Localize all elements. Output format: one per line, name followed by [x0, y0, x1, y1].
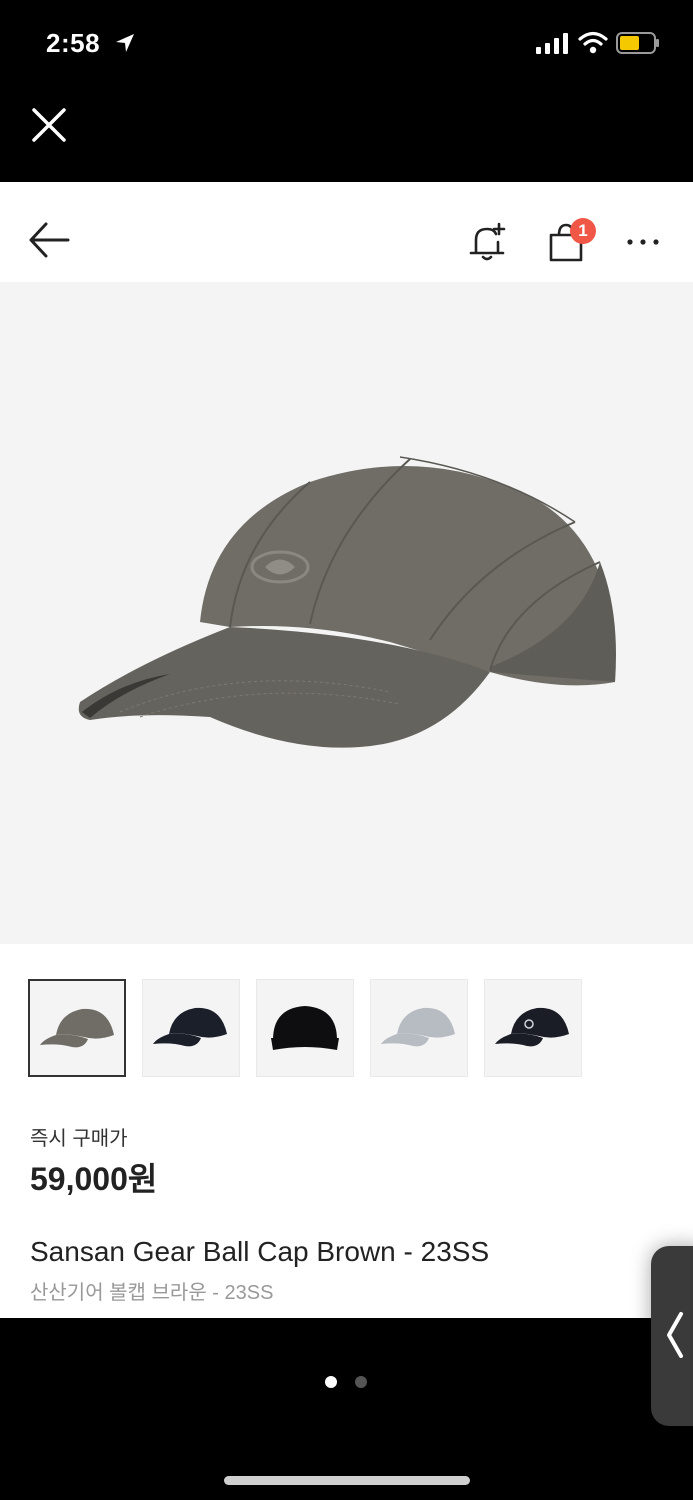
- cap-thumbnail-image: [271, 1006, 339, 1050]
- close-icon[interactable]: [30, 106, 68, 144]
- cap-thumbnail-image: [381, 1007, 455, 1047]
- status-time: 2:58: [46, 28, 101, 58]
- price-label: 즉시 구매가: [30, 1128, 128, 1150]
- ball-cap-image: [78, 456, 616, 748]
- status-bar: 2:58: [0, 0, 693, 90]
- thumbnail-4[interactable]: [370, 979, 468, 1077]
- price-value: 59,000원: [30, 1161, 158, 1197]
- battery-icon: [616, 32, 659, 54]
- more-options-icon[interactable]: [624, 232, 664, 252]
- bell-plus-icon[interactable]: [466, 220, 508, 262]
- home-indicator[interactable]: [224, 1476, 470, 1485]
- page-indicator: [0, 1372, 693, 1392]
- cellular-signal-icon: [536, 33, 568, 54]
- page-dot-2[interactable]: [355, 1376, 367, 1388]
- cap-thumbnail-image: [40, 1008, 114, 1048]
- page-dot-1[interactable]: [325, 1376, 337, 1388]
- product-page: 1 즉시 구매가 59,000원 Sansan Gear Ball Cap Br…: [0, 182, 693, 1318]
- product-name-korean: 산산기어 볼캡 브라운 - 23SS: [30, 1282, 274, 1304]
- location-arrow-icon: [116, 34, 134, 52]
- cap-thumbnail-image: [495, 1007, 569, 1047]
- back-arrow-icon[interactable]: [28, 220, 70, 260]
- wifi-icon: [578, 31, 608, 54]
- cap-thumbnail-image: [153, 1007, 227, 1047]
- side-panel-handle[interactable]: [651, 1246, 693, 1426]
- thumbnail-1[interactable]: [28, 979, 126, 1077]
- thumbnail-5[interactable]: [484, 979, 582, 1077]
- thumbnail-3[interactable]: [256, 979, 354, 1077]
- product-name-english: Sansan Gear Ball Cap Brown - 23SS: [30, 1236, 490, 1267]
- product-nav-bar: 1: [0, 182, 693, 282]
- cart-count-badge: 1: [570, 218, 596, 244]
- thumbnail-2[interactable]: [142, 979, 240, 1077]
- chevron-left-icon: [667, 1312, 683, 1358]
- product-main-image[interactable]: [0, 282, 693, 944]
- browser-top-bar: [0, 90, 693, 182]
